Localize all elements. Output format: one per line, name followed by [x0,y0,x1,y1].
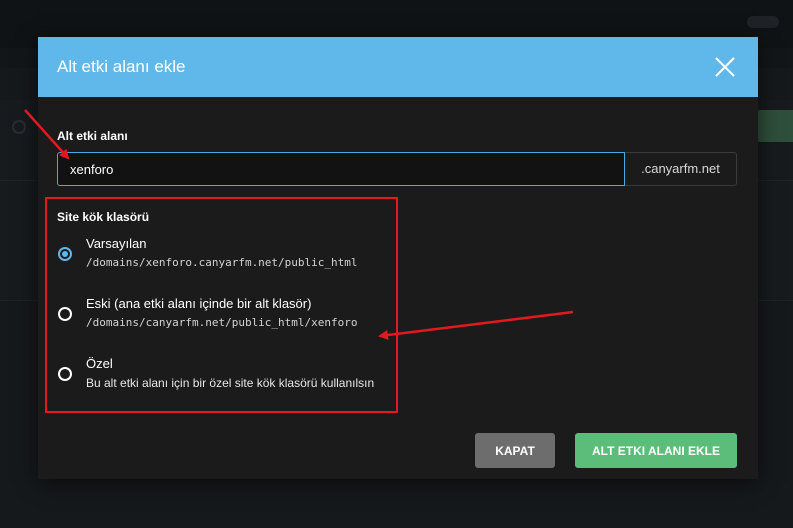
annotation-highlight-box [45,197,398,413]
subdomain-input[interactable] [57,152,625,186]
add-subdomain-button[interactable]: ALT ETKI ALANI EKLE [575,433,737,468]
close-button[interactable]: KAPAT [475,433,555,468]
dialog-header: Alt etki alanı ekle [38,37,758,97]
close-icon[interactable] [712,54,738,80]
subdomain-label: Alt etki alanı [57,129,128,143]
subdomain-input-group: .canyarfm.net [57,152,737,186]
domain-suffix: .canyarfm.net [625,152,737,186]
dialog-title: Alt etki alanı ekle [57,57,186,76]
